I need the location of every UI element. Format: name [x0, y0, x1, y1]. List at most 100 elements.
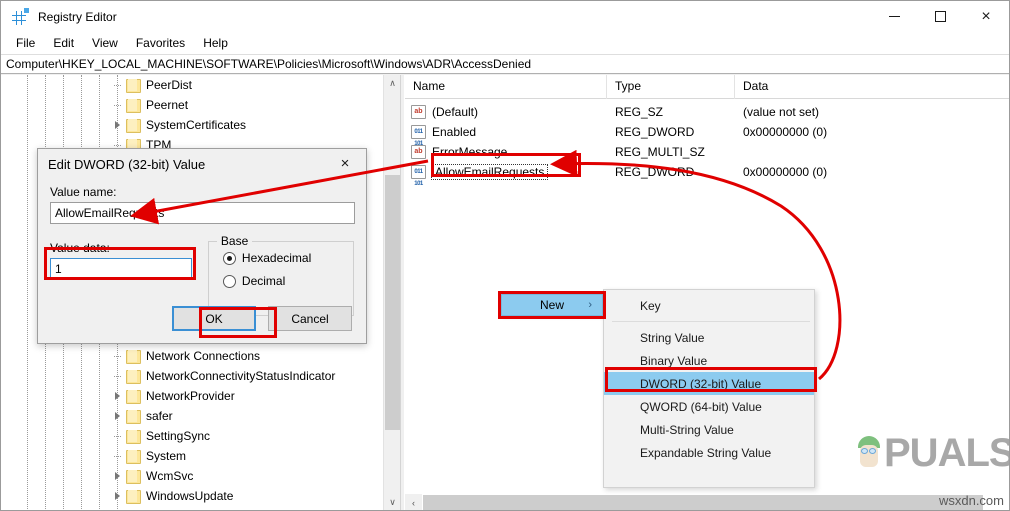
- menu-item-dword-32bit-value[interactable]: DWORD (32-bit) Value: [604, 372, 814, 395]
- value-row-selected[interactable]: 011 101 AllowEmailRequests REG_DWORD 0x00…: [405, 162, 1009, 187]
- tree-item-label: safer: [146, 409, 173, 423]
- folder-icon: [125, 98, 141, 113]
- tree-item-label: System: [146, 449, 187, 463]
- tree-item[interactable]: WindowsUpdate: [1, 486, 384, 506]
- edit-dword-dialog: Edit DWORD (32-bit) Value × Value name: …: [37, 148, 367, 344]
- value-data-input[interactable]: 1: [50, 258, 192, 280]
- column-header-type[interactable]: Type: [607, 75, 735, 99]
- menu-item-key[interactable]: Key: [604, 294, 814, 317]
- chevron-right-icon[interactable]: [109, 115, 125, 135]
- tree-item-label: NetworkConnectivityStatusIndicator: [146, 369, 336, 383]
- tree-item[interactable]: SettingSync: [1, 426, 384, 446]
- menu-item-file[interactable]: File: [7, 34, 44, 52]
- radio-hexadecimal[interactable]: Hexadecimal: [222, 251, 353, 265]
- scroll-up-icon[interactable]: ∧: [384, 75, 400, 92]
- close-icon: ×: [981, 7, 991, 25]
- tree-item-label: SettingSync: [146, 429, 211, 443]
- tree-item[interactable]: Peernet: [1, 95, 400, 115]
- scroll-left-icon[interactable]: ‹: [405, 494, 422, 510]
- value-type: REG_SZ: [615, 105, 664, 119]
- tree-item-label: SystemCertificates: [146, 118, 247, 132]
- tree-scrollbar[interactable]: ∧ ∨: [383, 75, 400, 510]
- menu-item-view[interactable]: View: [83, 34, 127, 52]
- chevron-right-icon[interactable]: [109, 386, 125, 406]
- new-label: New: [539, 298, 564, 312]
- value-row[interactable]: 011 101 Enabled REG_DWORD 0x00000000 (0): [405, 122, 1009, 147]
- folder-icon: [125, 429, 141, 444]
- base-group: Base Hexadecimal Decimal: [207, 234, 354, 316]
- menu-item-expandable-string-value[interactable]: Expandable String Value: [604, 441, 814, 464]
- tree-item[interactable]: SystemCertificates: [1, 115, 400, 135]
- value-name: ErrorMessage: [432, 145, 508, 159]
- list-scroll-thumb[interactable]: [423, 495, 983, 510]
- folder-icon: [125, 389, 141, 404]
- maximize-button[interactable]: [917, 1, 963, 32]
- tree-item[interactable]: NetworkConnectivityStatusIndicator: [1, 366, 384, 386]
- tree-item[interactable]: WorkplaceJoin: [1, 506, 384, 510]
- menu-item-multi-string-value[interactable]: Multi-String Value: [604, 418, 814, 441]
- value-name: (Default): [432, 105, 479, 119]
- string-value-icon: ab: [411, 145, 426, 159]
- radio-decimal[interactable]: Decimal: [222, 274, 353, 288]
- tree-expander-icon: [109, 75, 125, 95]
- tree-expander-icon: [109, 506, 125, 510]
- tree-item-label: WindowsUpdate: [146, 489, 234, 503]
- folder-icon: [125, 409, 141, 424]
- binary-value-icon: 011 101: [411, 125, 426, 147]
- value-name-input[interactable]: AllowEmailRequests: [50, 202, 355, 224]
- folder-icon: [125, 489, 141, 504]
- menu-item-binary-value[interactable]: Binary Value: [604, 349, 814, 372]
- value-row[interactable]: ab ErrorMessage REG_MULTI_SZ: [405, 142, 1009, 162]
- menu-item-edit[interactable]: Edit: [44, 34, 83, 52]
- list-horizontal-scrollbar[interactable]: ‹: [405, 494, 1009, 510]
- value-data-label: Value data:: [50, 241, 110, 255]
- tree-item[interactable]: System: [1, 446, 384, 466]
- menu-separator: [612, 321, 810, 322]
- value-type: REG_DWORD: [615, 125, 695, 139]
- folder-icon: [125, 469, 141, 484]
- chevron-right-icon[interactable]: [109, 466, 125, 486]
- chevron-right-icon: ›: [588, 299, 592, 311]
- tree-expander-icon: [109, 346, 125, 366]
- dialog-title: Edit DWORD (32-bit) Value: [38, 149, 366, 179]
- chevron-right-icon[interactable]: [109, 486, 125, 506]
- value-row[interactable]: ab (Default) REG_SZ (value not set): [405, 102, 1009, 122]
- window-title: Registry Editor: [38, 9, 117, 24]
- minimize-button[interactable]: [871, 1, 917, 32]
- ok-button[interactable]: OK: [172, 306, 256, 331]
- value-data: 0x00000000 (0): [743, 165, 828, 179]
- cancel-button[interactable]: Cancel: [268, 306, 352, 331]
- chevron-right-icon[interactable]: [109, 406, 125, 426]
- tree-item[interactable]: PeerDist: [1, 75, 400, 95]
- menu-item-string-value[interactable]: String Value: [604, 326, 814, 349]
- dialog-buttons: OK Cancel: [172, 306, 352, 331]
- tree-scroll-thumb[interactable]: [385, 175, 400, 430]
- tree-expander-icon: [109, 446, 125, 466]
- scroll-down-icon[interactable]: ∨: [384, 494, 400, 510]
- column-header-name[interactable]: Name: [405, 75, 607, 99]
- address-bar[interactable]: Computer\HKEY_LOCAL_MACHINE\SOFTWARE\Pol…: [1, 54, 1009, 74]
- tree-item-label: NetworkProvider: [146, 389, 235, 403]
- dialog-close-button[interactable]: ×: [324, 149, 366, 177]
- tree-item[interactable]: WcmSvc: [1, 466, 384, 486]
- close-button[interactable]: ×: [963, 1, 1009, 32]
- new-submenu[interactable]: Key String Value Binary Value DWORD (32-…: [603, 289, 815, 488]
- tree-item-label: WcmSvc: [146, 469, 194, 483]
- radio-label: Decimal: [241, 274, 286, 288]
- tree-expander-icon: [109, 95, 125, 115]
- menu-item-favorites[interactable]: Favorites: [127, 34, 194, 52]
- menu-item-qword-64bit-value[interactable]: QWORD (64-bit) Value: [604, 395, 814, 418]
- tree-item[interactable]: Network Connections: [1, 346, 384, 366]
- context-menu-new-item[interactable]: New ›: [501, 294, 603, 316]
- value-data: 0x00000000 (0): [743, 125, 828, 139]
- tree-expander-icon: [109, 366, 125, 386]
- folder-icon: [125, 78, 141, 93]
- string-value-icon: ab: [411, 105, 426, 119]
- tree-item[interactable]: NetworkProvider: [1, 386, 384, 406]
- pane-splitter[interactable]: [401, 75, 404, 510]
- menu-item-help[interactable]: Help: [194, 34, 237, 52]
- tree-item[interactable]: safer: [1, 406, 384, 426]
- value-data: (value not set): [743, 105, 820, 119]
- column-header-data[interactable]: Data: [735, 75, 1009, 99]
- radio-icon: [222, 251, 236, 265]
